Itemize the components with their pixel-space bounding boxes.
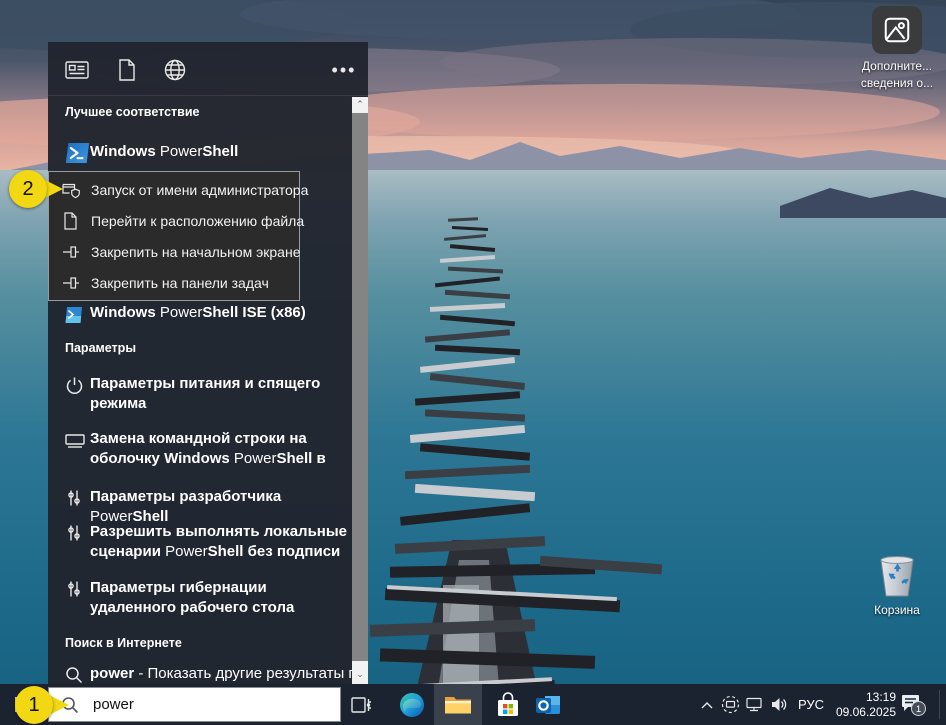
tray-expand-button[interactable] xyxy=(697,684,717,725)
task-view-icon xyxy=(350,694,372,716)
desktop-icon-recycle-bin[interactable]: Корзина xyxy=(851,552,943,619)
result-cmd-replace-setting[interactable]: Замена командной строки на оболочку Wind… xyxy=(48,429,352,469)
panel-scrollbar[interactable]: ⌃ ⌄ xyxy=(352,97,368,687)
time-label: 13:19 xyxy=(836,690,896,705)
result-hibernate-setting[interactable]: Параметры гибернации удаленного рабочего… xyxy=(48,578,352,618)
context-menu: Запуск от имени администратора Перейти к… xyxy=(48,171,300,301)
network-tray-button[interactable] xyxy=(743,684,765,725)
search-results-panel: ••• Лучшее соответствие Windows PowerShe… xyxy=(48,42,368,687)
menu-item-pin-to-taskbar[interactable]: Закрепить на панели задач xyxy=(49,267,299,298)
date-label: 09.06.2025 xyxy=(836,705,896,720)
file-location-icon xyxy=(62,212,82,230)
store-button[interactable] xyxy=(492,684,524,725)
console-icon xyxy=(65,434,90,448)
result-developer-settings[interactable]: Параметры разработчика PowerShell xyxy=(48,487,352,527)
edge-button[interactable] xyxy=(396,684,428,725)
result-windows-powershell[interactable]: Windows PowerShell xyxy=(48,136,352,168)
apps-filter-icon[interactable] xyxy=(63,56,91,84)
sliders-icon xyxy=(65,524,90,542)
result-web-search[interactable]: power - Показать другие результаты поиск… xyxy=(48,664,352,684)
menu-item-open-file-location[interactable]: Перейти к расположению файла xyxy=(49,205,299,236)
file-explorer-button[interactable] xyxy=(434,684,482,725)
notification-count: 1 xyxy=(916,704,921,715)
scrollbar-down-icon[interactable]: ⌄ xyxy=(352,667,368,683)
more-filter-icon[interactable]: ••• xyxy=(330,56,358,84)
power-icon xyxy=(65,376,90,395)
chevron-up-icon xyxy=(701,701,713,709)
taskbar-search-box[interactable] xyxy=(48,687,341,722)
callout-number: 2 xyxy=(9,170,47,208)
sliders-icon xyxy=(65,580,90,598)
callout-step-1: 1 xyxy=(15,686,77,724)
store-icon xyxy=(496,692,520,718)
taskbar: РУС 13:19 09.06.2025 1 xyxy=(0,684,946,725)
volume-tray-button[interactable] xyxy=(767,684,791,725)
callout-number: 1 xyxy=(15,686,53,724)
section-best-match: Лучшее соответствие xyxy=(65,105,199,119)
web-filter-icon[interactable] xyxy=(161,56,189,84)
file-explorer-icon xyxy=(444,694,472,716)
cast-icon xyxy=(721,695,740,714)
notification-icon: 1 xyxy=(901,693,927,717)
action-center-button[interactable]: 1 xyxy=(896,684,932,725)
language-indicator[interactable]: РУС xyxy=(794,684,828,725)
outlook-icon xyxy=(535,693,561,717)
result-powershell-ise[interactable]: Windows PowerShell ISE (x86) xyxy=(48,303,352,324)
desktop-icon-label: Корзина xyxy=(851,602,943,619)
volume-icon xyxy=(770,696,789,713)
network-icon xyxy=(745,697,763,713)
powershell-ise-icon xyxy=(65,306,90,324)
search-filter-bar: ••• xyxy=(48,42,368,96)
edge-icon xyxy=(399,692,425,718)
image-file-icon xyxy=(872,6,922,54)
pin-to-start-icon xyxy=(62,243,82,261)
scrollbar-up-icon[interactable]: ⌃ xyxy=(352,97,368,113)
outlook-button[interactable] xyxy=(532,684,564,725)
documents-filter-icon[interactable] xyxy=(113,56,141,84)
callout-step-2: 2 xyxy=(9,170,71,208)
search-input[interactable] xyxy=(93,696,293,713)
scrollbar-thumb[interactable] xyxy=(352,113,368,661)
powershell-icon xyxy=(65,138,90,168)
search-icon xyxy=(65,666,90,684)
clock[interactable]: 13:19 09.06.2025 xyxy=(836,684,896,725)
sliders-icon xyxy=(65,489,90,507)
desktop-icon-info-file[interactable]: Дополните... сведения о... xyxy=(851,6,943,92)
recycle-bin-icon xyxy=(874,552,920,600)
task-view-button[interactable] xyxy=(346,684,376,725)
show-desktop-separator[interactable] xyxy=(939,690,940,719)
desktop-icon-label: сведения о... xyxy=(851,75,943,92)
pin-to-taskbar-icon xyxy=(62,274,82,292)
section-settings: Параметры xyxy=(65,341,136,355)
result-local-scripts-setting[interactable]: Разрешить выполнять локальные сценарии P… xyxy=(48,522,352,562)
menu-item-run-as-admin[interactable]: Запуск от имени администратора xyxy=(49,174,299,205)
menu-item-pin-to-start[interactable]: Закрепить на начальном экране xyxy=(49,236,299,267)
desktop-icon-label: Дополните... xyxy=(851,58,943,75)
cast-tray-button[interactable] xyxy=(719,684,741,725)
section-web-search: Поиск в Интернете xyxy=(65,636,182,650)
result-power-sleep-settings[interactable]: Параметры питания и спящего режима xyxy=(48,374,352,414)
